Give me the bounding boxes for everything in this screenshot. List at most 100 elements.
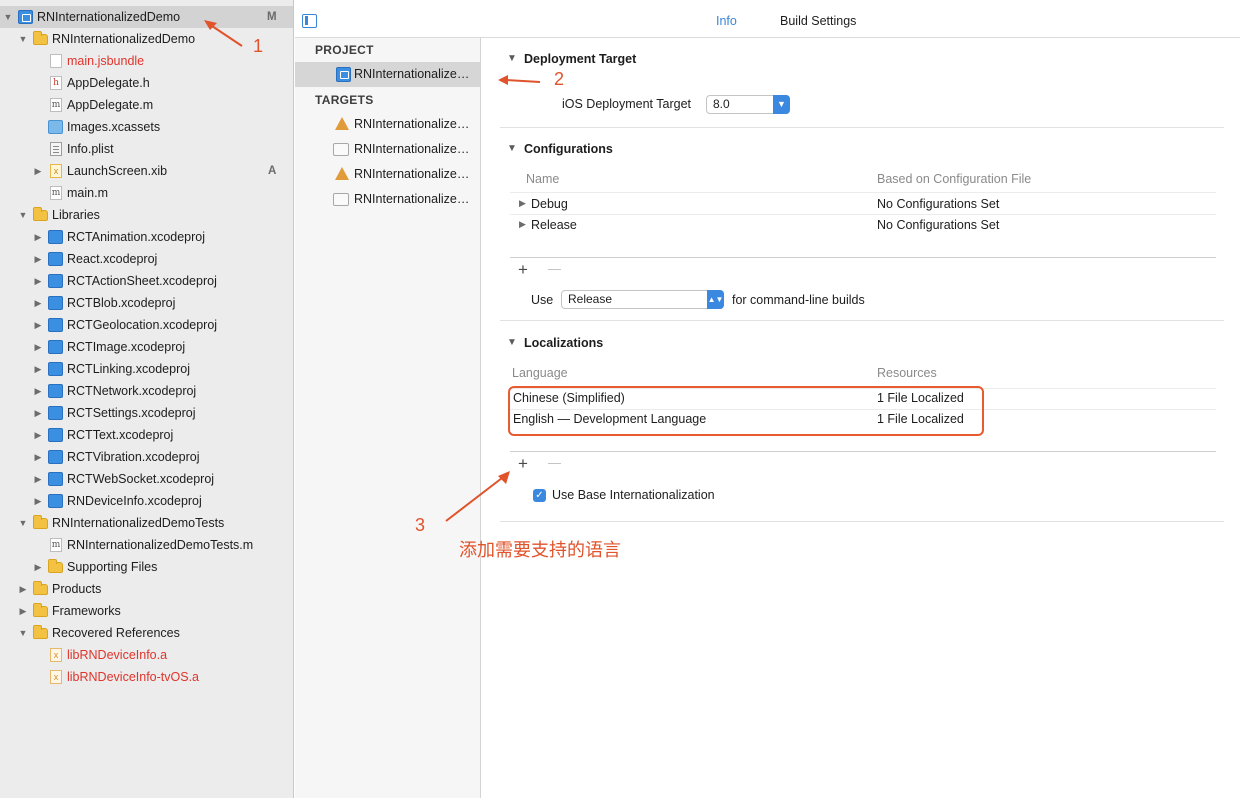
- nav-item-xcodeproj[interactable]: ▶ React.xcodeproj: [0, 248, 293, 270]
- nav-item-xcodeproj[interactable]: ▶ RNDeviceInfo.xcodeproj: [0, 490, 293, 512]
- command-line-config-value: Release: [568, 292, 613, 306]
- nav-item-file[interactable]: ▶ x LaunchScreen.xib A: [0, 160, 293, 182]
- nav-item-file[interactable]: m AppDelegate.m: [0, 94, 293, 116]
- target-item-label: RNInternationalizedDemo: [354, 117, 474, 131]
- nav-item-file[interactable]: h AppDelegate.h: [0, 72, 293, 94]
- disclosure-open-icon[interactable]: ▼: [2, 6, 14, 28]
- disclosure-open-icon[interactable]: ▼: [17, 622, 29, 644]
- nav-item-folder[interactable]: ▶ Products: [0, 578, 293, 600]
- nav-item-project[interactable]: ▼ RNInternationalizedDemo M: [0, 6, 293, 28]
- nav-item-xcodeproj[interactable]: ▶ RCTLinking.xcodeproj: [0, 358, 293, 380]
- nav-item-folder[interactable]: ▼ Recovered References: [0, 622, 293, 644]
- popup-arrows-icon[interactable]: ▲▼: [707, 290, 724, 309]
- command-line-config-popup[interactable]: Release ▲▼: [561, 290, 724, 309]
- nav-item-folder[interactable]: ▼ Libraries: [0, 204, 293, 226]
- nav-item-folder[interactable]: ▶ Frameworks: [0, 600, 293, 622]
- table-bottom-border: [510, 257, 1216, 258]
- disclosure-closed-icon[interactable]: ▶: [32, 380, 44, 402]
- nav-item-xcodeproj[interactable]: ▶ RCTActionSheet.xcodeproj: [0, 270, 293, 292]
- xcodeproj-icon: [48, 428, 63, 442]
- nav-item-xcodeproj[interactable]: ▶ RCTAnimation.xcodeproj: [0, 226, 293, 248]
- sidebar-toggle-icon[interactable]: [302, 14, 317, 28]
- nav-item-xcodeproj[interactable]: ▶ RCTNetwork.xcodeproj: [0, 380, 293, 402]
- folder-icon: [33, 207, 48, 221]
- nav-item-xcodeproj[interactable]: ▶ RCTVibration.xcodeproj: [0, 446, 293, 468]
- nav-item-xcodeproj[interactable]: ▶ RCTWebSocket.xcodeproj: [0, 468, 293, 490]
- target-item[interactable]: RNInternationalizedDemo: [295, 112, 480, 137]
- tab-info[interactable]: Info: [716, 14, 737, 28]
- nav-item-folder[interactable]: ▼ RNInternationalizedDemo: [0, 28, 293, 50]
- configurations-based-header[interactable]: Based on Configuration File: [877, 172, 1031, 186]
- nav-item-file[interactable]: Images.xcassets: [0, 116, 293, 138]
- add-localization-button[interactable]: +: [518, 455, 528, 472]
- nav-item-label: RCTAnimation.xcodeproj: [67, 230, 206, 244]
- configurations-name-header[interactable]: Name: [526, 172, 559, 186]
- disclosure-closed-icon[interactable]: ▶: [32, 248, 44, 270]
- disclosure-closed-icon[interactable]: ▶: [32, 292, 44, 314]
- nav-item-folder[interactable]: ▶ Supporting Files: [0, 556, 293, 578]
- nav-item-xcodeproj[interactable]: ▶ RCTGeolocation.xcodeproj: [0, 314, 293, 336]
- disclosure-closed-icon[interactable]: ▶: [32, 490, 44, 512]
- use-base-internationalization-checkbox[interactable]: ✓: [533, 489, 546, 502]
- target-item[interactable]: RNInternationalizedDemo-tvOSTests: [295, 187, 480, 212]
- project-icon: [18, 10, 33, 24]
- disclosure-closed-icon[interactable]: ▶: [32, 556, 44, 578]
- section-divider: [500, 127, 1224, 128]
- nav-item-label: main.m: [67, 186, 108, 200]
- nav-item-file[interactable]: m RNInternationalizedDemoTests.m: [0, 534, 293, 556]
- xcodeproj-icon: [48, 384, 63, 398]
- nav-item-file[interactable]: m main.m: [0, 182, 293, 204]
- nav-item-file[interactable]: x libRNDeviceInfo.a: [0, 644, 293, 666]
- nav-item-file[interactable]: main.jsbundle: [0, 50, 293, 72]
- annotation-number-3: 3: [415, 515, 426, 535]
- disclosure-closed-icon[interactable]: ▶: [32, 402, 44, 424]
- nav-item-label: RNInternationalizedDemoTests: [52, 516, 225, 530]
- disclosure-closed-icon[interactable]: ▶: [519, 198, 526, 209]
- localizations-language-header[interactable]: Language: [512, 366, 568, 380]
- group-disclosure-icon[interactable]: ▼: [507, 143, 517, 154]
- disclosure-open-icon[interactable]: ▼: [17, 28, 29, 50]
- target-item[interactable]: RNInternationalizedDemoTests: [295, 137, 480, 162]
- xcodeproj-icon: [48, 494, 63, 508]
- project-item[interactable]: RNInternationalizedDemo: [295, 62, 480, 87]
- ios-deployment-target-label: iOS Deployment Target: [562, 97, 691, 111]
- disclosure-open-icon[interactable]: ▼: [17, 204, 29, 226]
- nav-item-file[interactable]: x libRNDeviceInfo-tvOS.a: [0, 666, 293, 688]
- nav-item-file[interactable]: Info.plist: [0, 138, 293, 160]
- disclosure-closed-icon[interactable]: ▶: [17, 600, 29, 622]
- xcodeproj-icon: [48, 296, 63, 310]
- target-item[interactable]: RNInternationalizedDemo-tvOS: [295, 162, 480, 187]
- ios-deployment-target-combo[interactable]: 8.0 ▼: [706, 95, 790, 114]
- disclosure-closed-icon[interactable]: ▶: [32, 314, 44, 336]
- disclosure-closed-icon[interactable]: ▶: [32, 270, 44, 292]
- disclosure-closed-icon[interactable]: ▶: [32, 336, 44, 358]
- nav-item-folder[interactable]: ▼ RNInternationalizedDemoTests: [0, 512, 293, 534]
- nav-item-xcodeproj[interactable]: ▶ RCTBlob.xcodeproj: [0, 292, 293, 314]
- tab-build-settings[interactable]: Build Settings: [780, 14, 856, 28]
- configurations-title: Configurations: [524, 142, 613, 156]
- nav-item-xcodeproj[interactable]: ▶ RCTText.xcodeproj: [0, 424, 293, 446]
- nav-item-xcodeproj[interactable]: ▶ RCTSettings.xcodeproj: [0, 402, 293, 424]
- disclosure-closed-icon[interactable]: ▶: [519, 219, 526, 230]
- disclosure-closed-icon[interactable]: ▶: [32, 160, 44, 182]
- nav-item-xcodeproj[interactable]: ▶ RCTImage.xcodeproj: [0, 336, 293, 358]
- group-disclosure-icon[interactable]: ▼: [507, 53, 517, 64]
- add-configuration-button[interactable]: +: [518, 261, 528, 278]
- disclosure-closed-icon[interactable]: ▶: [32, 424, 44, 446]
- disclosure-closed-icon[interactable]: ▶: [32, 226, 44, 248]
- project-icon: [336, 67, 351, 82]
- remove-configuration-button[interactable]: —: [548, 260, 561, 277]
- remove-localization-button[interactable]: —: [548, 454, 561, 471]
- group-disclosure-icon[interactable]: ▼: [507, 337, 517, 348]
- localizations-title: Localizations: [524, 336, 604, 350]
- disclosure-closed-icon[interactable]: ▶: [32, 446, 44, 468]
- localizations-resources-header[interactable]: Resources: [877, 366, 937, 380]
- row-divider: [510, 214, 1216, 215]
- disclosure-open-icon[interactable]: ▼: [17, 512, 29, 534]
- disclosure-closed-icon[interactable]: ▶: [17, 578, 29, 600]
- nav-item-label: main.jsbundle: [67, 54, 145, 68]
- disclosure-closed-icon[interactable]: ▶: [32, 468, 44, 490]
- nav-item-label: React.xcodeproj: [67, 252, 158, 266]
- disclosure-closed-icon[interactable]: ▶: [32, 358, 44, 380]
- chevron-down-icon[interactable]: ▼: [773, 95, 790, 114]
